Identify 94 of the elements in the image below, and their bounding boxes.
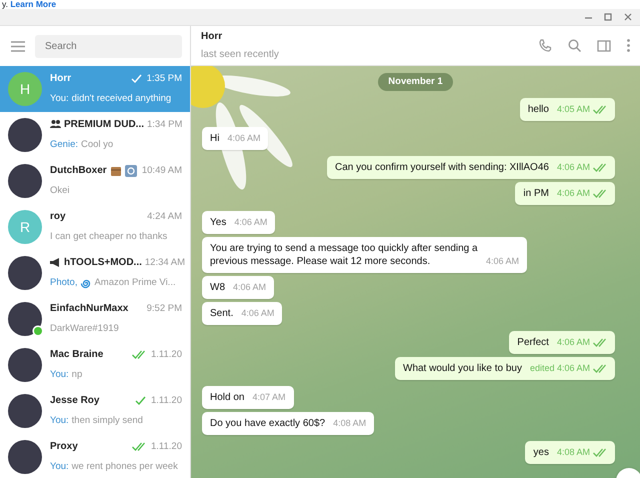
message-time: 4:08 AM — [556, 446, 590, 460]
avatar: H — [8, 72, 42, 106]
chat-time: 1.11.20 — [151, 440, 182, 454]
double-check-icon — [593, 105, 607, 114]
chat-name: Proxy — [50, 440, 78, 454]
banner-text: y. — [2, 0, 9, 9]
message-text: Yes — [210, 216, 226, 230]
chat-list-item[interactable]: hTOOLS+MOD... 12:34 AM Photo, Amazon Prime Vi... — [0, 250, 190, 296]
chat-name: DutchBoxer — [50, 164, 107, 178]
message-time: 4:06 AM — [227, 132, 260, 146]
message-time: 4:06 AM — [556, 336, 590, 350]
double-check-icon — [593, 448, 607, 458]
message-sender: Photo, — [50, 276, 78, 290]
message-time: 4:06 AM — [233, 281, 266, 294]
chat-time: 12:34 AM — [144, 256, 186, 270]
double-check-icon — [593, 364, 607, 374]
learn-more-link[interactable]: Learn More — [10, 0, 56, 9]
chat-list-item[interactable]: DutchBoxer 10:49 AM Okei — [0, 158, 190, 204]
message-text: Sent. — [210, 307, 234, 320]
chat-time: 10:49 AM — [142, 164, 182, 178]
menu-icon[interactable] — [11, 40, 25, 52]
message-sender: You: — [50, 368, 69, 382]
chat-time: 1.11.20 — [151, 394, 182, 408]
search-icon[interactable] — [568, 39, 581, 52]
search-field[interactable]: Search — [35, 34, 182, 58]
phone-icon[interactable] — [539, 39, 552, 52]
avatar-photo — [8, 256, 42, 290]
message-preview: np — [72, 368, 82, 382]
message-text: Hold on — [210, 391, 244, 404]
message-text: W8 — [210, 281, 225, 294]
message-time: 4:06 AM — [241, 307, 274, 320]
avatar: R — [8, 210, 42, 244]
avatar-photo — [8, 118, 42, 152]
message-text: Perfect — [517, 336, 549, 350]
message-time: 4:08 AM — [333, 417, 366, 430]
chat-list-item[interactable]: R roy 4:24 AM I can get cheaper no thanks — [0, 204, 190, 250]
message-time: 4:06 AM — [486, 255, 519, 268]
chat-time: 1:34 PM — [147, 118, 182, 132]
message-time: 4:06 AM — [234, 216, 268, 230]
message-preview: I can get cheaper no thanks — [50, 230, 168, 244]
chat-name: EinfachNurMaxx — [50, 302, 128, 316]
more-icon[interactable] — [627, 39, 630, 52]
chat-status: last seen recently — [201, 48, 279, 62]
avatar-photo — [8, 440, 42, 474]
chat-name: PREMIUM DUD... — [64, 118, 144, 132]
double-check-icon — [593, 163, 607, 172]
message-text: hello — [528, 103, 549, 116]
chat-title: Horr — [201, 30, 224, 44]
message-text: Do you have exactly 60$? — [210, 417, 326, 430]
avatar-photo — [8, 394, 42, 428]
chat-name: hTOOLS+MOD... — [64, 256, 142, 270]
message-sender: You: — [50, 414, 69, 428]
message-time: 4:06 AM — [556, 187, 590, 200]
message-preview: Amazon Prime Vi... — [94, 276, 176, 290]
chat-list-item[interactable]: EinfachNurMaxx 9:52 PM DarkWare#1919 — [0, 296, 190, 342]
double-check-icon — [593, 189, 607, 198]
avatar-photo — [8, 348, 42, 382]
message-sender: You: — [50, 92, 69, 106]
date-label: November 1 — [378, 73, 453, 92]
message-preview: Cool yo — [81, 138, 114, 152]
chat-list-item[interactable]: PREMIUM DUD... 1:34 PM Genie: Cool yo — [0, 112, 190, 158]
message-text: What would you like to buy — [403, 362, 522, 376]
chat-name: roy — [50, 210, 66, 224]
message-text: Can you confirm yourself with sending: XIllAO46 — [334, 161, 549, 174]
message-text: Hi — [210, 132, 220, 146]
chat-list-item[interactable]: Jesse Roy 1.11.20 You: then simply send — [0, 388, 190, 434]
message-text: You are trying to send a message too quickly after sending a previous message. Please wait 12 more seconds. — [210, 242, 478, 268]
message-sender: Genie: — [50, 138, 78, 152]
message-time: 4:07 AM — [252, 391, 286, 404]
chat-time: 4:24 AM — [147, 210, 182, 224]
message-sender: You: — [50, 460, 69, 474]
message-text: in PM — [523, 187, 549, 200]
message-preview: DarkWare#1919 — [50, 322, 119, 336]
message-text: yes — [533, 446, 549, 460]
message-time: 4:05 AM — [556, 103, 590, 116]
chat-time: 1.11.20 — [151, 348, 182, 362]
message-preview: we rent phones per week — [72, 460, 178, 474]
double-check-icon — [593, 338, 607, 348]
message-preview: didn't received anything — [72, 92, 172, 106]
chat-list-item[interactable]: Mac Braine 1.11.20 You: np — [0, 342, 190, 388]
message-time: edited 4:06 AM — [530, 362, 590, 376]
chat-name: Horr — [50, 72, 72, 86]
sidebar-panel-icon[interactable] — [597, 40, 611, 52]
chat-time: 9:52 PM — [146, 302, 182, 316]
chat-name: Jesse Roy — [50, 394, 100, 408]
message-time: 4:06 AM — [556, 161, 590, 174]
chat-name: Mac Braine — [50, 348, 104, 362]
chat-time: 1:35 PM — [146, 72, 182, 86]
close-icon[interactable] — [624, 13, 632, 21]
avatar-photo — [8, 164, 42, 198]
message-preview: then simply send — [72, 414, 143, 428]
maximize-icon[interactable] — [604, 13, 612, 21]
chat-list-item[interactable]: Proxy 1.11.20 You: we rent phones per week — [0, 434, 190, 478]
message-preview: Okei — [50, 184, 70, 198]
